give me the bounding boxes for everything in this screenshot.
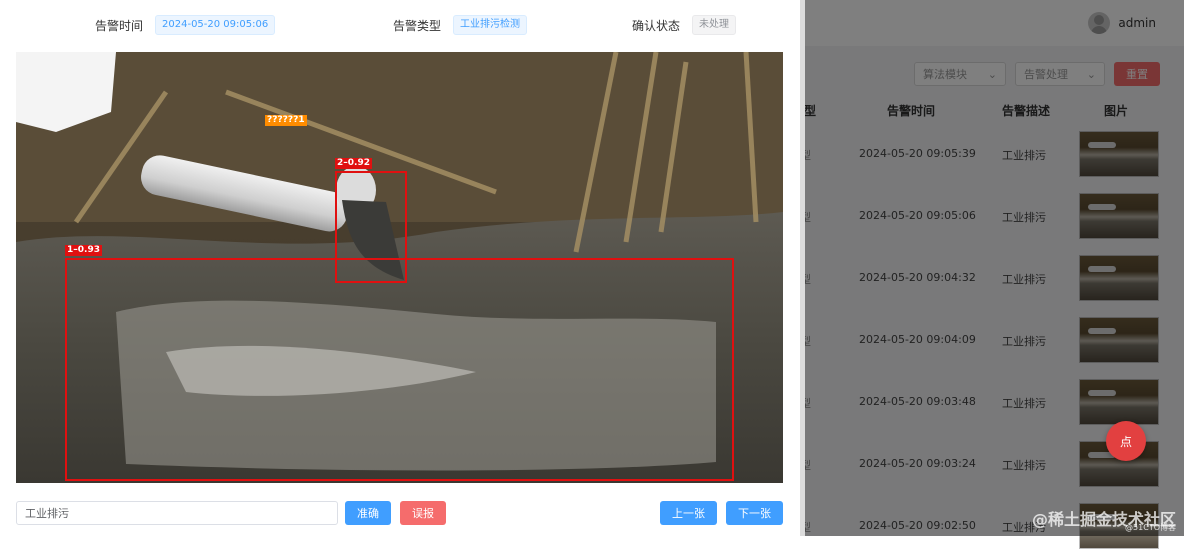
alarm-detail-drawer: 告警时间 2024-05-20 09:05:06 告警类型 工业排污检测 确认状… (0, 0, 800, 536)
false-alarm-button[interactable]: 误报 (400, 501, 446, 525)
confirm-status-info: 确认状态 未处理 (632, 14, 737, 36)
detection-box-1 (65, 258, 734, 481)
accurate-button[interactable]: 准确 (345, 501, 391, 525)
detection-label-1: 1–0.93 (65, 245, 102, 256)
alarm-time-label: 告警时间 (95, 18, 144, 33)
detection-overlay (65, 171, 734, 481)
confirm-status-tag: 未处理 (692, 15, 737, 35)
detection-box-2 (335, 171, 407, 283)
description-input[interactable] (16, 501, 338, 525)
alarm-type-info: 告警类型 工业排污检测 (393, 14, 528, 36)
previous-image-button[interactable]: 上一张 (660, 501, 717, 525)
floating-action-button[interactable]: 点 (1106, 421, 1146, 461)
alarm-snapshot-image: ??????1 2–0.92 1–0.93 (16, 52, 783, 483)
alarm-time-tag: 2024-05-20 09:05:06 (155, 15, 276, 35)
confirm-status-label: 确认状态 (632, 18, 681, 33)
detection-label-2: 2–0.92 (335, 158, 372, 169)
drawer-scrollbar[interactable] (800, 0, 805, 536)
alarm-type-label: 告警类型 (393, 18, 442, 33)
detection-label-unknown: ??????1 (265, 115, 307, 126)
alarm-time-info: 告警时间 2024-05-20 09:05:06 (95, 14, 276, 36)
watermark-sub: @51CTO博客 (1125, 523, 1176, 532)
alarm-type-tag: 工业排污检测 (453, 15, 528, 35)
next-image-button[interactable]: 下一张 (726, 501, 783, 525)
